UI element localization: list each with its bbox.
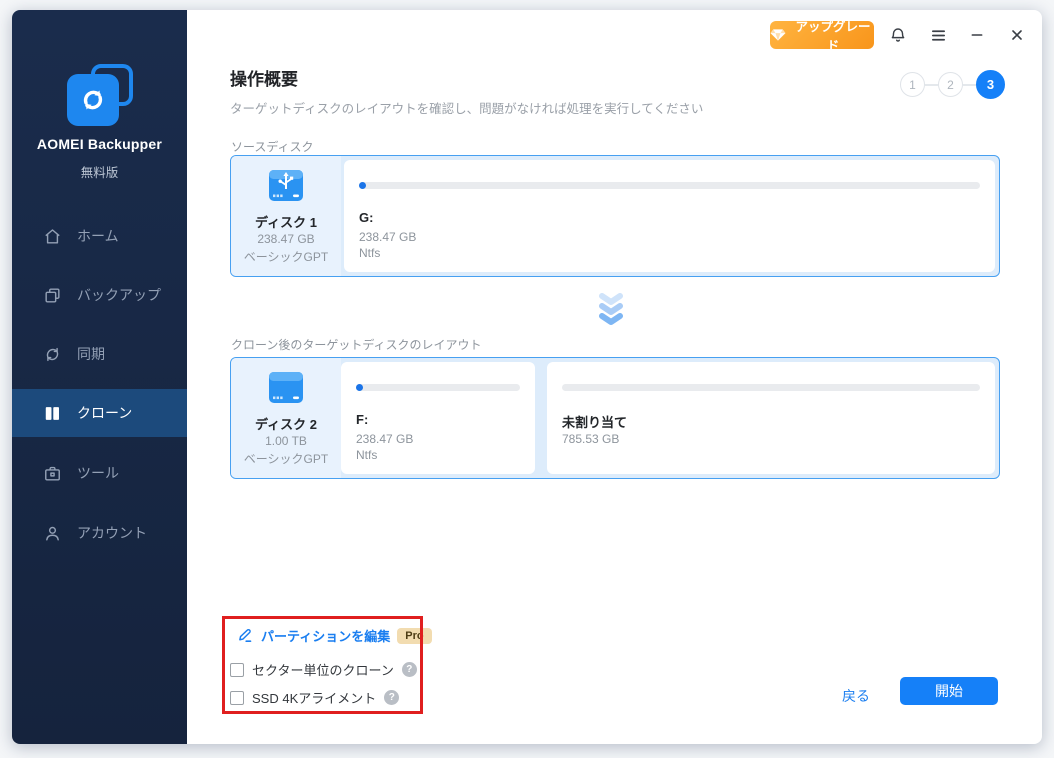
edit-partitions-button[interactable]: パーティションを編集 Pro <box>237 626 432 645</box>
app-edition: 無料版 <box>12 162 187 181</box>
partition-filesystem: Ntfs <box>359 246 380 260</box>
sidebar-item-sync[interactable]: 同期 <box>12 330 187 378</box>
backup-icon <box>43 286 62 305</box>
target-partition-unallocated[interactable]: 未割り当て 785.53 GB <box>547 362 995 474</box>
target-disk-card: ディスク 2 1.00 TB ベーシックGPT F: 238.47 GB Ntf… <box>230 357 1000 479</box>
step-2: 2 <box>938 72 963 97</box>
sidebar-item-clone[interactable]: クローン <box>12 389 187 437</box>
partition-label: F: <box>356 412 368 427</box>
partition-size: 785.53 GB <box>562 432 619 446</box>
help-icon[interactable]: ? <box>384 690 399 705</box>
partition-size: 238.47 GB <box>359 230 416 244</box>
sync-icon <box>43 345 62 364</box>
tools-icon <box>43 464 62 483</box>
usage-fill <box>359 182 366 189</box>
menu-icon[interactable] <box>925 22 951 48</box>
account-icon <box>43 524 62 543</box>
ssd-alignment-option[interactable]: SSD 4Kアライメント ? <box>230 688 399 707</box>
flow-down-arrow-icon <box>598 293 624 332</box>
sidebar-item-backup[interactable]: バックアップ <box>12 271 187 319</box>
usb-disk-icon <box>265 167 307 210</box>
start-button[interactable]: 開始 <box>900 677 998 705</box>
usage-bar <box>562 384 980 391</box>
sidebar: AOMEI Backupper 無料版 ホーム バックアップ <box>12 10 187 744</box>
sidebar-item-home[interactable]: ホーム <box>12 212 187 260</box>
home-icon <box>43 227 62 246</box>
sector-clone-label: セクター単位のクローン <box>252 660 394 679</box>
hard-disk-icon <box>265 369 307 412</box>
sidebar-item-label: ツール <box>77 463 119 483</box>
ssd-alignment-checkbox[interactable] <box>230 691 244 705</box>
source-disk-name: ディスク 1 <box>231 212 341 231</box>
notification-bell-icon[interactable] <box>885 22 911 48</box>
sidebar-item-label: ホーム <box>77 226 119 246</box>
target-section-label: クローン後のターゲットディスクのレイアウト <box>231 336 482 353</box>
sector-clone-checkbox[interactable] <box>230 663 244 677</box>
close-icon[interactable] <box>1004 22 1030 48</box>
clone-icon <box>43 404 62 423</box>
step-3-current: 3 <box>976 70 1005 99</box>
target-disk-panel: ディスク 2 1.00 TB ベーシックGPT <box>231 358 341 478</box>
help-icon[interactable]: ? <box>402 662 417 677</box>
step-connector <box>963 84 976 86</box>
upgrade-label: アップグレード <box>792 16 874 54</box>
step-1: 1 <box>900 72 925 97</box>
sidebar-item-tools[interactable]: ツール <box>12 449 187 497</box>
app-window: AOMEI Backupper 無料版 ホーム バックアップ <box>12 10 1042 744</box>
target-disk-type: ベーシックGPT <box>231 450 341 467</box>
sidebar-item-label: バックアップ <box>77 285 161 305</box>
source-disk-card: ディスク 1 238.47 GB ベーシックGPT G: 238.47 GB N… <box>230 155 1000 277</box>
step-connector <box>925 84 938 86</box>
source-disk-panel: ディスク 1 238.47 GB ベーシックGPT <box>231 156 341 276</box>
app-logo <box>67 64 133 126</box>
step-indicator: 1 2 3 <box>900 70 1005 99</box>
sidebar-item-label: アカウント <box>77 523 147 543</box>
page-subtitle: ターゲットディスクのレイアウトを確認し、問題がなければ処理を実行してください <box>230 98 703 117</box>
minimize-icon[interactable] <box>964 22 990 48</box>
sidebar-item-label: 同期 <box>77 344 105 364</box>
source-disk-size: 238.47 GB <box>231 232 341 246</box>
source-disk-type: ベーシックGPT <box>231 248 341 265</box>
usage-fill <box>356 384 363 391</box>
source-section-label: ソースディスク <box>231 138 314 155</box>
source-partition[interactable]: G: 238.47 GB Ntfs <box>344 160 995 272</box>
sidebar-item-label: クローン <box>77 403 132 423</box>
partition-size: 238.47 GB <box>356 432 413 446</box>
ssd-alignment-label: SSD 4Kアライメント <box>252 688 376 707</box>
sync-logo-icon <box>67 74 119 126</box>
usage-bar <box>356 384 520 391</box>
back-button[interactable]: 戻る <box>834 682 878 710</box>
target-disk-size: 1.00 TB <box>231 434 341 448</box>
usage-bar <box>359 182 980 189</box>
edit-partitions-label: パーティションを編集 <box>261 626 390 645</box>
page-title: 操作概要 <box>230 65 298 90</box>
partition-label: 未割り当て <box>562 412 627 431</box>
sidebar-item-account[interactable]: アカウント <box>12 509 187 557</box>
partition-label: G: <box>359 210 373 225</box>
partition-filesystem: Ntfs <box>356 448 377 462</box>
target-partition-f[interactable]: F: 238.47 GB Ntfs <box>341 362 535 474</box>
target-disk-name: ディスク 2 <box>231 414 341 433</box>
pencil-icon <box>237 627 254 644</box>
upgrade-button[interactable]: アップグレード <box>770 21 874 49</box>
gem-icon <box>770 28 786 42</box>
pro-badge: Pro <box>397 628 431 644</box>
app-name: AOMEI Backupper <box>12 136 187 152</box>
sector-clone-option[interactable]: セクター単位のクローン ? <box>230 660 417 679</box>
